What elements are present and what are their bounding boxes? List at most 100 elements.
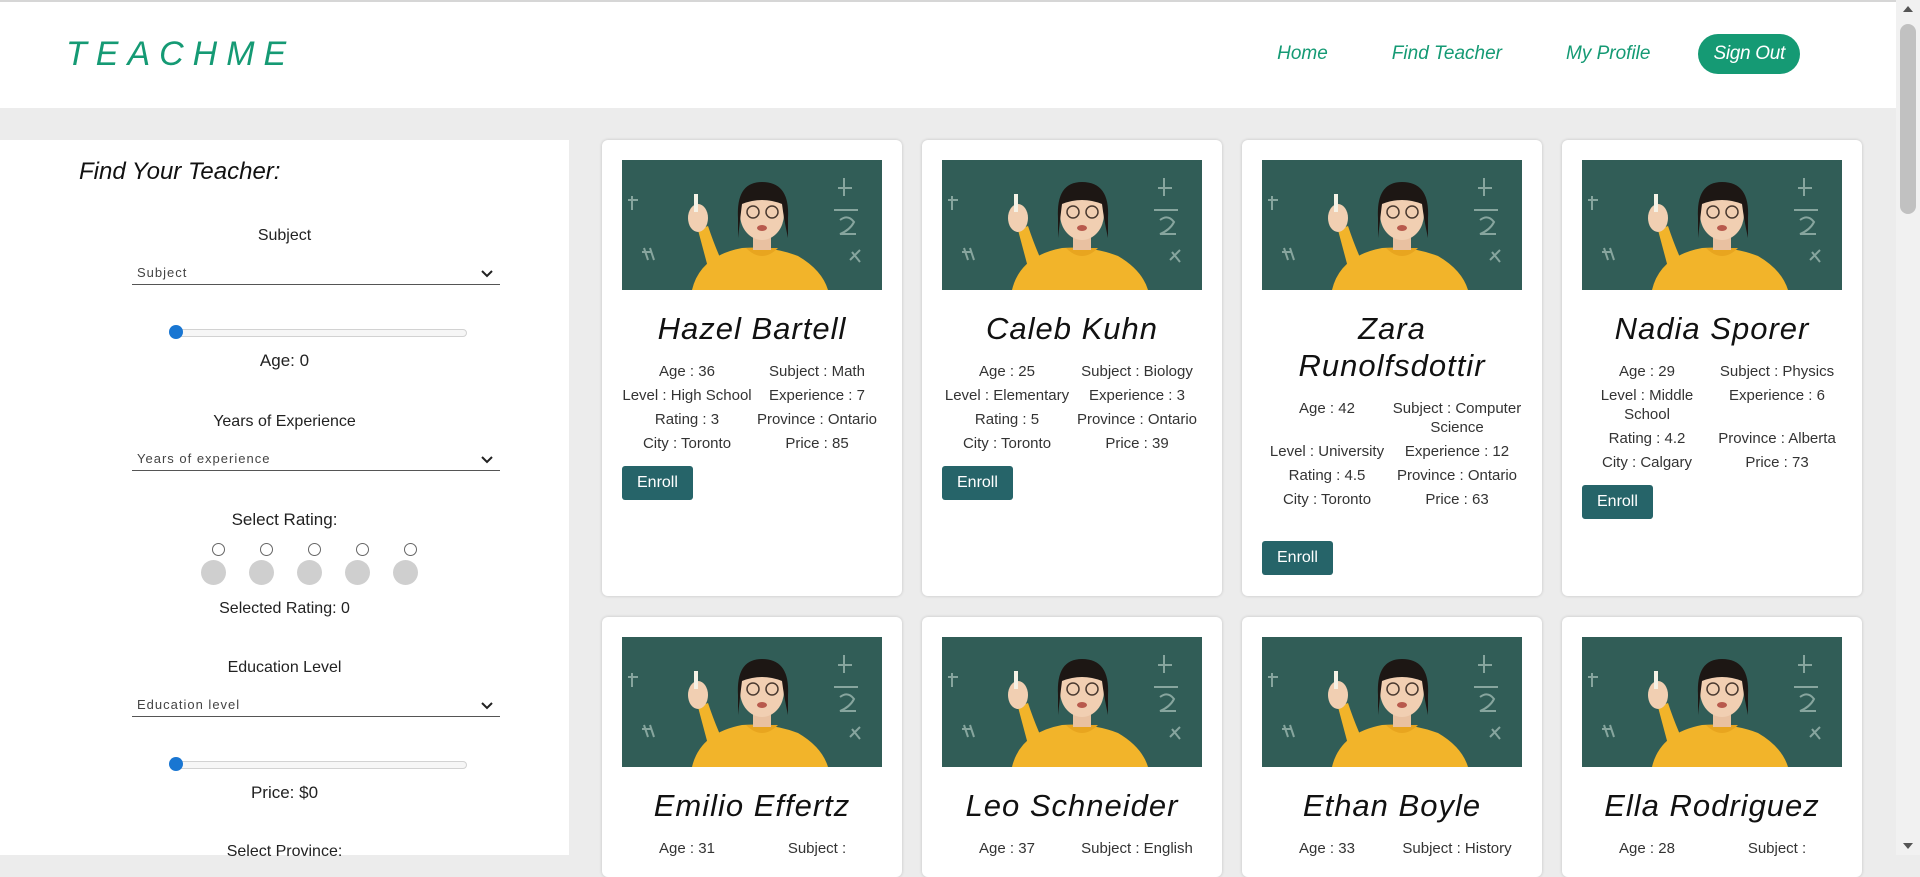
rating-selector [201,543,441,587]
page-scrollbar[interactable] [1896,0,1920,855]
rating-option-4[interactable] [345,543,393,587]
price-slider-thumb[interactable] [169,757,183,771]
rating-option-5[interactable] [393,543,441,587]
teacher-details: Age : 28 Subject : [1582,839,1842,858]
teacher-province: Province : Alberta [1718,430,1836,447]
teacher-name: Emilio Effertz [653,788,851,823]
rating-label: Select Rating: [231,510,338,529]
teacher-city: City : Toronto [642,435,732,452]
teacher-card: Ethan Boyle Age : 33 Subject : History [1242,617,1542,877]
teacher-subject: Subject : History [1402,840,1512,857]
header: TEACHME Home Find Teacher My Profile Sig… [0,2,1896,108]
logo[interactable]: TEACHME [66,35,295,74]
enroll-button[interactable]: Enroll [1582,485,1653,519]
teacher-details: Age : 31 Subject : [622,839,882,858]
price-value-label: Price: $0 [250,783,319,802]
teacher-photo [622,637,882,767]
sign-out-button[interactable]: Sign Out [1698,34,1800,74]
nav-find-teacher[interactable]: Find Teacher [1392,43,1502,65]
teacher-details: Age : 33 Subject : History [1262,839,1522,858]
teacher-card: Emilio Effertz Age : 31 Subject : [602,617,902,877]
teacher-photo [1262,637,1522,767]
rating-radio-4[interactable] [356,543,369,556]
selected-rating-text: Selected Rating: 0 [219,600,350,617]
teacher-details: Age : 42 Subject : Computer Science Leve… [1262,399,1522,509]
teacher-level: Level : University [1269,443,1385,460]
teacher-age: Age : 33 [1299,840,1355,857]
subject-select[interactable]: Subject [132,264,500,285]
teacher-photo [1582,637,1842,767]
teacher-card: Ella Rodriguez Age : 28 Subject : [1562,617,1862,877]
teacher-age: Age : 42 [1299,400,1355,417]
teacher-name: Caleb Kuhn [985,311,1158,346]
teacher-level: Level : Elementary [944,387,1070,404]
teacher-age: Age : 28 [1619,840,1675,857]
scroll-down-arrow-icon[interactable] [1903,843,1913,849]
teacher-province: Province : Ontario [756,411,878,428]
rating-star-3-icon[interactable] [297,560,322,585]
teacher-card: Leo Schneider Age : 37 Subject : English [922,617,1222,877]
teacher-subject: Subject : Math [769,363,865,380]
teacher-price: Price : 85 [785,435,849,452]
teacher-price: Price : 63 [1425,491,1489,508]
teacher-age: Age : 29 [1619,363,1675,380]
experience-select-value: Years of experience [137,451,271,466]
age-value-label: Age: 0 [259,351,310,370]
teacher-level: Level : Middle School [1600,387,1694,423]
rating-star-5-icon[interactable] [393,560,418,585]
subject-select-value: Subject [137,265,188,280]
rating-option-3[interactable] [297,543,345,587]
education-select-value: Education level [137,697,241,712]
nav-home[interactable]: Home [1277,43,1328,65]
teacher-level: Level : High School [622,387,752,404]
age-slider-thumb[interactable] [169,325,183,339]
nav-my-profile[interactable]: My Profile [1566,43,1650,65]
enroll-button[interactable]: Enroll [942,466,1013,500]
teacher-experience: Experience : 7 [769,387,865,404]
rating-radio-5[interactable] [404,543,417,556]
teacher-price: Price : 73 [1745,454,1809,471]
teacher-name: Ethan Boyle [1302,788,1482,823]
rating-star-1-icon[interactable] [201,560,226,585]
chevron-down-icon [480,699,494,714]
teacher-province: Province : Ontario [1076,411,1198,428]
enroll-button[interactable]: Enroll [622,466,693,500]
teacher-subject: Subject : Computer Science [1392,400,1522,436]
teacher-subject: Subject : Biology [1081,363,1193,380]
teacher-photo [942,637,1202,767]
price-slider[interactable] [169,757,467,771]
rating-radio-1[interactable] [212,543,225,556]
teacher-photo [622,160,882,290]
rating-star-4-icon[interactable] [345,560,370,585]
rating-radio-3[interactable] [308,543,321,556]
sidebar-title: Find Your Teacher: [79,158,281,185]
experience-label: Years of Experience [213,413,356,430]
teacher-age: Age : 31 [659,840,715,857]
teacher-card: Zara Runolfsdottir Age : 42 Subject : Co… [1242,140,1542,596]
teacher-age: Age : 37 [979,840,1035,857]
chevron-down-icon [480,267,494,282]
teacher-age: Age : 36 [659,363,715,380]
teacher-card: Hazel Bartell Age : 36 Subject : Math Le… [602,140,902,596]
scrollbar-thumb[interactable] [1900,24,1916,214]
subject-label: Subject [257,227,312,244]
rating-radio-2[interactable] [260,543,273,556]
education-select[interactable]: Education level [132,696,500,717]
age-slider[interactable] [169,325,467,339]
enroll-button[interactable]: Enroll [1262,541,1333,575]
experience-select[interactable]: Years of experience [132,450,500,471]
rating-option-1[interactable] [201,543,249,587]
scroll-up-arrow-icon[interactable] [1903,6,1913,12]
teacher-name: Zara Runolfsdottir [1298,311,1486,383]
teacher-rating: Rating : 4.2 [1608,430,1686,447]
rating-option-2[interactable] [249,543,297,587]
teacher-rating: Rating : 4.5 [1288,467,1366,484]
teacher-city: City : Toronto [1282,491,1372,508]
rating-star-2-icon[interactable] [249,560,274,585]
province-label: Select Province: [226,843,343,860]
chevron-down-icon [480,453,494,468]
teacher-rating: Rating : 5 [974,411,1040,428]
teacher-photo [1582,160,1842,290]
teacher-price: Price : 39 [1105,435,1169,452]
filter-sidebar: Find Your Teacher: Subject Subject Age: … [0,140,569,860]
